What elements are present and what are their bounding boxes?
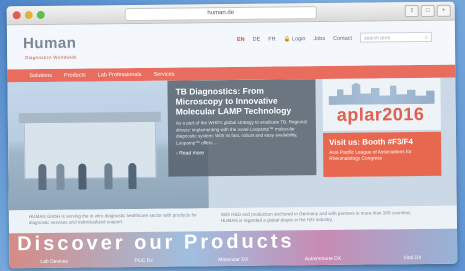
contact-link[interactable]: Contact	[333, 36, 352, 42]
skyline-graphic	[328, 82, 434, 105]
site-header: Human Diagnostics Worldwide EN DE FR 🔒 L…	[6, 20, 456, 70]
lang-fr[interactable]: FR	[268, 37, 275, 43]
browser-toolbar-buttons: ⇧ □ +	[404, 4, 451, 18]
intro-text-left: HUMAN GmbH is serving the in vitro diagn…	[28, 212, 197, 226]
nav-item-lab-professionals[interactable]: Lab Professionals	[98, 71, 142, 77]
intro-text-right: With R&D and production anchored in Germ…	[220, 210, 412, 224]
aplar-logo-text: aplar2016	[336, 103, 425, 125]
login-link[interactable]: 🔒 Login	[284, 36, 306, 42]
tab-poc-dx[interactable]: POC Dx	[99, 255, 189, 267]
zoom-window-icon[interactable]	[36, 10, 45, 20]
new-tab-icon[interactable]: +	[436, 4, 451, 17]
tab-molecular-dx[interactable]: Molecular DX	[188, 255, 278, 267]
tab-vital-dx[interactable]: Vital DX	[368, 253, 458, 265]
minimize-window-icon[interactable]	[24, 11, 33, 20]
jobs-link[interactable]: Jobs	[313, 36, 325, 42]
tab-lab-devices[interactable]: Lab Devices	[9, 256, 99, 268]
visit-title: Visit us: Booth #F3/F4	[329, 137, 414, 147]
read-more-link[interactable]: › Read more	[176, 149, 308, 156]
tab-autoimmune-dx[interactable]: Autoimmune DX	[278, 254, 368, 266]
share-icon[interactable]: ⇧	[404, 5, 419, 18]
search-icon[interactable]: ⌕	[425, 33, 428, 43]
hero-title: TB Diagnostics: From Microscopy to Innov…	[175, 85, 292, 117]
site-logo[interactable]: Human	[23, 35, 77, 53]
nav-item-services[interactable]: Services	[153, 71, 174, 77]
search-placeholder: search term	[363, 35, 391, 42]
aplar-logo[interactable]: aplar2016	[322, 77, 441, 132]
nav-item-solutions[interactable]: Solutions	[29, 72, 52, 78]
lock-icon: 🔒	[283, 36, 291, 43]
search-input[interactable]: search term ⌕	[359, 31, 433, 43]
lang-de[interactable]: DE	[253, 37, 261, 43]
close-window-icon[interactable]	[12, 11, 21, 20]
event-column: aplar2016 Visit us: Booth #F3/F4 Asia Pa…	[322, 77, 442, 207]
top-navigation: EN DE FR 🔒 Login Jobs Contact	[237, 36, 352, 43]
lang-en[interactable]: EN	[237, 37, 245, 43]
hero-teaser-panel: TB Diagnostics: From Microscopy to Innov…	[167, 79, 317, 177]
nav-item-products[interactable]: Products	[64, 72, 86, 78]
browser-window: human.de ⇧ □ + Human Diagnostics Worldwi…	[6, 1, 458, 269]
tabs-icon[interactable]: □	[420, 4, 435, 18]
hero-section: TB Diagnostics: From Microscopy to Innov…	[7, 77, 457, 211]
products-heading: Discover our Products	[17, 230, 295, 256]
address-bar[interactable]: human.de	[124, 6, 317, 22]
hero-text: As a part of the WHO's global strategy t…	[175, 119, 307, 146]
login-label: Login	[291, 36, 306, 43]
visit-booth-box[interactable]: Visit us: Booth #F3/F4 Asia Pacific Leag…	[322, 131, 442, 178]
window-controls	[12, 10, 45, 20]
logo-tagline: Diagnostics Worldwide	[25, 54, 77, 61]
visit-subtitle: Asia Pacific League of Associations for …	[329, 150, 412, 162]
products-banner: Discover our Products Lab Devices POC Dx…	[9, 228, 458, 269]
